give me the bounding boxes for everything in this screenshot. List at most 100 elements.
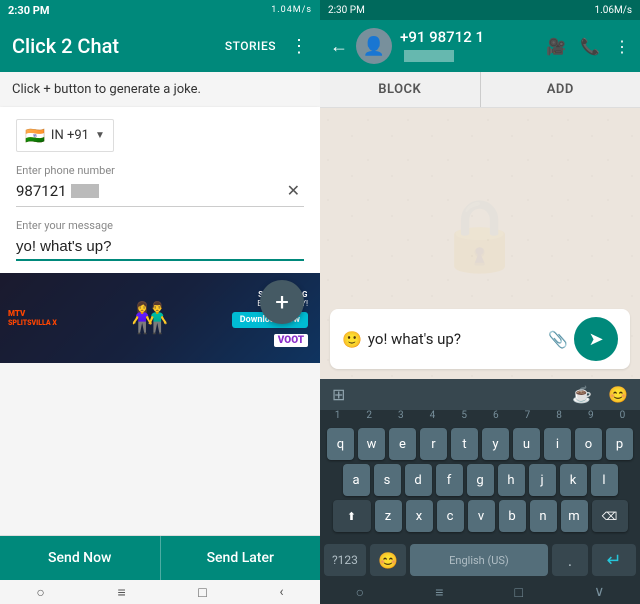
key-p[interactable]: p xyxy=(606,428,633,460)
message-input[interactable] xyxy=(16,238,304,261)
key-x[interactable]: x xyxy=(406,500,433,532)
key-u[interactable]: u xyxy=(513,428,540,460)
block-tab[interactable]: BLOCK xyxy=(320,72,481,107)
attachment-icon[interactable]: 📎 xyxy=(548,330,568,349)
key-b[interactable]: b xyxy=(499,500,526,532)
key-y[interactable]: y xyxy=(482,428,509,460)
period-key[interactable]: . xyxy=(552,544,588,576)
key-v[interactable]: v xyxy=(468,500,495,532)
stories-button[interactable]: STORIES xyxy=(225,39,276,53)
language-label: English (US) xyxy=(449,554,509,567)
key-o[interactable]: o xyxy=(575,428,602,460)
app-title: Click 2 Chat xyxy=(12,34,119,58)
chat-area: 🔒 🙂 yo! what's up? 📎 ➤ xyxy=(320,108,640,379)
country-code: IN +91 xyxy=(51,128,89,143)
key-l[interactable]: l xyxy=(591,464,618,496)
key-4[interactable]: 4 xyxy=(419,410,446,421)
voot-logo: VOOT xyxy=(274,334,308,347)
key-9[interactable]: 9 xyxy=(577,410,604,421)
send-later-button[interactable]: Send Later xyxy=(161,536,321,580)
name-blur xyxy=(404,50,454,62)
key-6[interactable]: 6 xyxy=(482,410,509,421)
shift-key[interactable]: ⬆ xyxy=(333,500,371,532)
key-d[interactable]: d xyxy=(405,464,432,496)
header-right: STORIES ⋮ xyxy=(225,36,308,57)
keyboard-sticker-icon[interactable]: ☕ xyxy=(572,385,592,404)
enter-key[interactable]: ↵ xyxy=(592,544,636,576)
menu-nav-icon[interactable]: ≡ xyxy=(117,584,125,601)
chat-menu-icon[interactable]: ⋮ xyxy=(614,37,630,56)
key-a[interactable]: a xyxy=(343,464,370,496)
key-7[interactable]: 7 xyxy=(514,410,541,421)
key-t[interactable]: t xyxy=(451,428,478,460)
back-button[interactable]: ← xyxy=(330,36,348,57)
menu-nav-icon-r[interactable]: ≡ xyxy=(435,584,443,601)
key-row-2: a s d f g h j k l xyxy=(322,464,638,496)
message-text[interactable]: yo! what's up? xyxy=(368,330,542,348)
ad-image: 👫 xyxy=(68,301,232,336)
key-s[interactable]: s xyxy=(374,464,401,496)
phone-field-container: Enter phone number 987121 ✕ xyxy=(16,164,304,207)
send-now-button[interactable]: Send Now xyxy=(0,536,161,580)
keyboard-top-row: ⊞ ☕ 😊 xyxy=(320,379,640,410)
key-c[interactable]: c xyxy=(437,500,464,532)
key-k[interactable]: k xyxy=(560,464,587,496)
right-panel: 2:30 PM 1.06M/s ← 👤 +91 98712 1 🎥 📞 ⋮ BL… xyxy=(320,0,640,604)
key-8[interactable]: 8 xyxy=(546,410,573,421)
key-e[interactable]: e xyxy=(389,428,416,460)
key-n[interactable]: n xyxy=(530,500,557,532)
down-nav-icon[interactable]: ∨ xyxy=(594,584,604,600)
hint-text: Click + button to generate a joke. xyxy=(0,72,320,107)
phone-label: Enter phone number xyxy=(16,164,304,177)
voice-call-icon[interactable]: 📞 xyxy=(580,37,600,56)
keyboard-emoji-icon[interactable]: 😊 xyxy=(608,385,628,404)
ad-logo: MTV SPLITSVILLA X xyxy=(8,309,68,327)
key-q[interactable]: q xyxy=(327,428,354,460)
add-tab[interactable]: ADD xyxy=(481,72,640,107)
nav-bar-left: ○ ≡ □ ‹ xyxy=(0,580,320,604)
key-j[interactable]: j xyxy=(529,464,556,496)
key-w[interactable]: w xyxy=(358,428,385,460)
keyboard-bottom-row: ?123 😊 English (US) . ↵ xyxy=(320,540,640,580)
emoji-keyboard-key[interactable]: 😊 xyxy=(370,544,406,576)
square-icon[interactable]: □ xyxy=(198,584,206,601)
backspace-key[interactable]: ⌫ xyxy=(592,500,628,532)
fab-button[interactable]: + xyxy=(260,280,304,324)
message-section: Enter your message xyxy=(16,219,304,261)
chat-watermark: 🔒 xyxy=(436,194,523,276)
block-add-bar: BLOCK ADD xyxy=(320,72,640,108)
key-f[interactable]: f xyxy=(436,464,463,496)
language-key[interactable]: English (US) xyxy=(410,544,548,576)
emoji-icon[interactable]: 🙂 xyxy=(342,330,362,349)
key-r[interactable]: r xyxy=(420,428,447,460)
phone-input[interactable]: 987121 xyxy=(16,182,283,200)
key-0[interactable]: 0 xyxy=(609,410,636,421)
home-nav-icon[interactable]: ○ xyxy=(356,584,364,601)
key-i[interactable]: i xyxy=(544,428,571,460)
send-button[interactable]: ➤ xyxy=(574,317,618,361)
key-h[interactable]: h xyxy=(498,464,525,496)
menu-icon[interactable]: ⋮ xyxy=(290,36,308,57)
keyboard-apps-icon[interactable]: ⊞ xyxy=(332,385,345,404)
key-1[interactable]: 1 xyxy=(324,410,351,421)
country-selector[interactable]: 🇮🇳 IN +91 ▼ xyxy=(16,119,114,152)
key-g[interactable]: g xyxy=(467,464,494,496)
back-nav-icon[interactable]: ‹ xyxy=(279,584,283,600)
header-icons: 🎥 📞 ⋮ xyxy=(546,37,630,56)
key-m[interactable]: m xyxy=(561,500,588,532)
key-2[interactable]: 2 xyxy=(356,410,383,421)
time-left: 2:30 PM xyxy=(8,4,50,17)
key-5[interactable]: 5 xyxy=(451,410,478,421)
key-row-1: q w e r t y u i o p xyxy=(322,428,638,460)
avatar: 👤 xyxy=(356,28,392,64)
phone-row: 987121 ✕ xyxy=(16,179,304,207)
video-call-icon[interactable]: 🎥 xyxy=(546,37,566,56)
key-3[interactable]: 3 xyxy=(387,410,414,421)
num-key[interactable]: ?123 xyxy=(324,544,366,576)
form-card: 🇮🇳 IN +91 ▼ Enter phone number 987121 ✕ … xyxy=(0,107,320,273)
clear-button[interactable]: ✕ xyxy=(283,179,304,202)
recents-icon[interactable]: □ xyxy=(515,584,523,601)
key-z[interactable]: z xyxy=(375,500,402,532)
key-row-3: ⬆ z x c v b n m ⌫ xyxy=(322,500,638,532)
home-icon[interactable]: ○ xyxy=(36,584,44,601)
